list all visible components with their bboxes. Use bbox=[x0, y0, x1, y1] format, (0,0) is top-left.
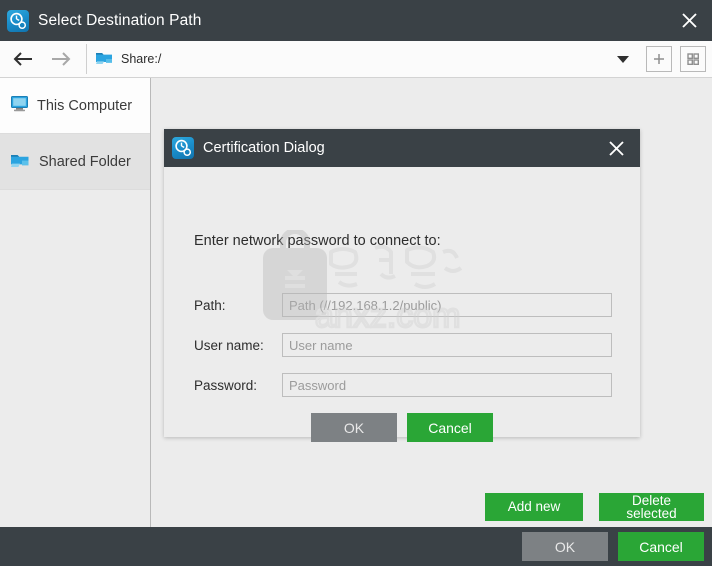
footer-ok-button[interactable]: OK bbox=[522, 532, 608, 561]
dialog-cancel-button[interactable]: Cancel bbox=[407, 413, 493, 442]
grid-view-icon[interactable] bbox=[680, 46, 706, 72]
dialog-title: Certification Dialog bbox=[203, 140, 325, 156]
arrow-left-icon[interactable] bbox=[4, 41, 42, 77]
path-input[interactable] bbox=[282, 293, 612, 317]
toolbar-divider bbox=[86, 44, 87, 74]
path-value: Share:/ bbox=[121, 52, 161, 66]
shared-folder-icon bbox=[10, 151, 31, 173]
path-row: Path: bbox=[194, 293, 612, 317]
add-new-button[interactable]: Add new bbox=[485, 493, 583, 521]
path-field[interactable]: Share:/ bbox=[95, 41, 608, 77]
dialog-ok-button[interactable]: OK bbox=[311, 413, 397, 442]
sidebar-item-label: This Computer bbox=[37, 98, 132, 114]
password-input[interactable] bbox=[282, 373, 612, 397]
dialog-button-row: OK Cancel bbox=[164, 413, 640, 442]
password-label: Password: bbox=[194, 378, 282, 393]
path-label: Path: bbox=[194, 298, 282, 313]
password-row: Password: bbox=[194, 373, 612, 397]
dialog-body: Enter network password to connect to: Pa… bbox=[164, 167, 640, 437]
plus-square-icon[interactable] bbox=[646, 46, 672, 72]
sidebar-item-label: Shared Folder bbox=[39, 154, 131, 170]
window-titlebar: Select Destination Path bbox=[0, 0, 712, 41]
delete-selected-button[interactable]: Delete selected bbox=[599, 493, 704, 521]
toolbar-right-group bbox=[608, 42, 706, 76]
username-row: User name: bbox=[194, 333, 612, 357]
footer-cancel-button[interactable]: Cancel bbox=[618, 532, 704, 561]
monitor-icon bbox=[10, 95, 29, 116]
close-icon[interactable] bbox=[666, 0, 712, 41]
clock-gear-icon bbox=[172, 137, 194, 159]
username-label: User name: bbox=[194, 338, 282, 353]
dialog-prompt: Enter network password to connect to: bbox=[194, 233, 441, 249]
clock-gear-icon bbox=[7, 10, 29, 32]
shared-folder-actions: Add new Delete selected bbox=[485, 493, 704, 521]
footer-bar: OK Cancel bbox=[0, 527, 712, 566]
close-icon[interactable] bbox=[596, 129, 636, 167]
certification-dialog: Certification Dialog Enter network passw… bbox=[164, 129, 640, 437]
sidebar-item-this-computer[interactable]: This Computer bbox=[0, 78, 150, 134]
sidebar-item-shared-folder[interactable]: Shared Folder bbox=[0, 134, 150, 190]
select-destination-path-window: Select Destination Path bbox=[0, 0, 712, 566]
sidebar: This Computer Shared Folder bbox=[0, 78, 151, 527]
arrow-right-icon[interactable] bbox=[42, 41, 80, 77]
dialog-titlebar: Certification Dialog bbox=[164, 129, 640, 167]
username-input[interactable] bbox=[282, 333, 612, 357]
shared-folder-icon bbox=[95, 49, 114, 70]
toolbar: Share:/ bbox=[0, 41, 712, 78]
chevron-down-icon[interactable] bbox=[608, 42, 638, 76]
window-title: Select Destination Path bbox=[38, 12, 201, 30]
